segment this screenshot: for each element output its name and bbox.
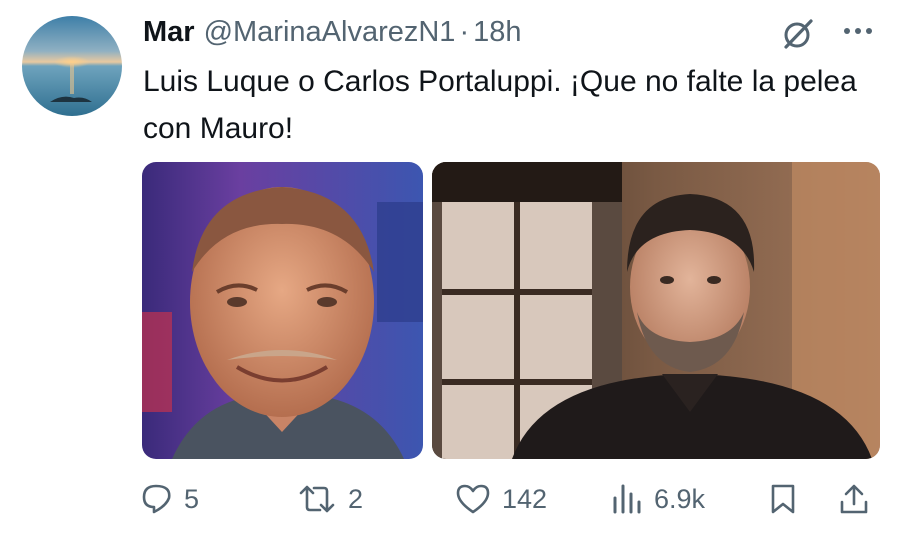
repost-icon [299, 485, 335, 513]
separator-dot: · [459, 15, 470, 48]
tweet-header: Mar @MarinaAlvarezN1 · 18h [143, 14, 522, 50]
reply-button[interactable]: 5 [140, 474, 199, 524]
repost-button[interactable]: 2 [296, 474, 363, 524]
grok-icon[interactable] [780, 16, 816, 52]
more-icon[interactable] [838, 16, 878, 46]
views-button[interactable]: 6.9k [610, 474, 705, 524]
like-button[interactable]: 142 [454, 474, 547, 524]
action-bar: 5 2 142 6.9k [0, 474, 900, 524]
reply-icon [142, 484, 171, 514]
share-icon [840, 484, 868, 514]
user-handle[interactable]: @MarinaAlvarezN1 [204, 16, 456, 49]
avatar-image [22, 16, 122, 116]
avatar[interactable] [22, 16, 122, 116]
bookmark-button[interactable] [768, 474, 798, 524]
timestamp[interactable]: 18h [473, 16, 521, 49]
heart-icon [456, 484, 490, 514]
photo-luis-luque[interactable] [142, 162, 423, 459]
display-name[interactable]: Mar [143, 16, 195, 49]
repost-count: 2 [348, 483, 364, 514]
like-count: 142 [502, 483, 548, 514]
reply-count: 5 [184, 483, 200, 514]
tweet-text: Luis Luque o Carlos Portaluppi. ¡Que no … [143, 65, 857, 145]
photo-carlos-portaluppi[interactable] [432, 162, 880, 459]
bookmark-icon [771, 484, 795, 514]
analytics-icon [613, 484, 641, 514]
view-count: 6.9k [654, 483, 706, 514]
share-button[interactable] [838, 474, 870, 524]
